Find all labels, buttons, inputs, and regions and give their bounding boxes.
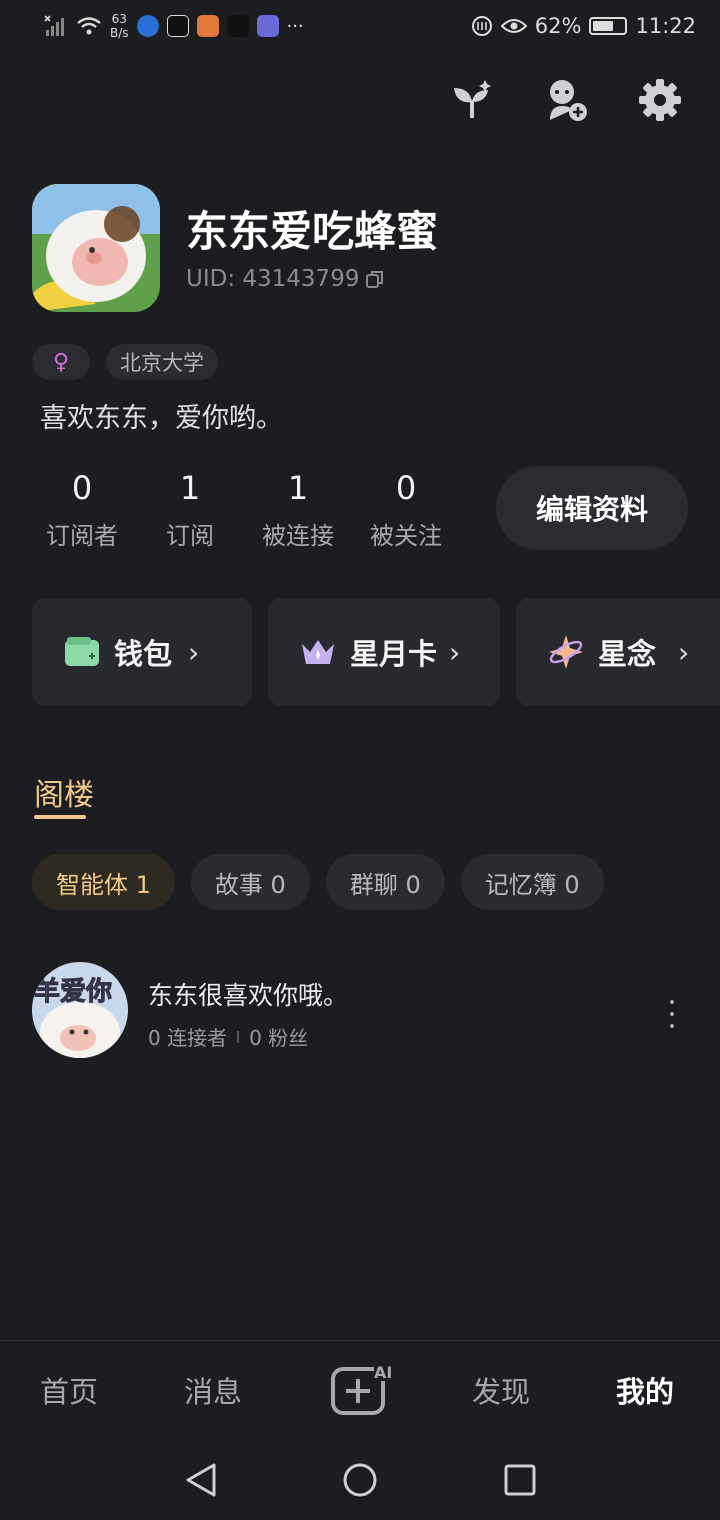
- stat-connected[interactable]: 1 被连接: [246, 466, 350, 551]
- stat-label: 订阅者: [46, 522, 118, 550]
- agent-title: 东东很喜欢你哦。: [148, 981, 349, 1010]
- wallet-card[interactable]: 钱包 ›: [32, 598, 252, 706]
- k-app-icon: [136, 15, 159, 37]
- stat-label: 被关注: [370, 522, 442, 550]
- sprout-icon[interactable]: [448, 74, 496, 126]
- home-icon[interactable]: [342, 1462, 378, 1498]
- stat-value: 0: [71, 469, 93, 507]
- attic-section-title[interactable]: 阁楼: [34, 770, 94, 814]
- agent-fans: 0 粉丝: [249, 1026, 309, 1050]
- filter-chips: 智能体 1 故事 0 群聊 0 记忆簿 0: [32, 854, 604, 910]
- agent-connectors: 0 连接者: [148, 1026, 228, 1050]
- filter-agents[interactable]: 智能体 1: [32, 854, 175, 910]
- stat-value: 1: [179, 469, 201, 507]
- profile-tags: ♀ 北京大学: [32, 344, 218, 380]
- chevron-right-icon: ›: [188, 635, 200, 669]
- nav-messages[interactable]: 消息: [184, 1369, 242, 1411]
- profile-avatar[interactable]: [32, 184, 160, 312]
- wallet-icon: [62, 632, 102, 672]
- star-wish-label: 星念: [598, 637, 657, 671]
- gender-tag: ♀: [32, 344, 90, 380]
- stat-subscriptions[interactable]: 1 订阅: [138, 466, 242, 551]
- nfc-icon: [471, 16, 492, 36]
- filter-memory-book[interactable]: 记忆簿 0: [460, 854, 604, 910]
- capcut-icon: [166, 15, 189, 37]
- more-options-icon[interactable]: [664, 994, 680, 1034]
- stat-value: 0: [395, 469, 417, 507]
- create-ai-button[interactable]: AI: [330, 1363, 394, 1417]
- profile-name: 东东爱吃蜂蜜: [186, 207, 439, 256]
- gear-icon[interactable]: [636, 74, 684, 126]
- section-underline: [34, 815, 86, 819]
- video-app-icon: [196, 15, 219, 37]
- sparkle-planet-icon: [546, 632, 586, 672]
- status-left: 63 B/s ···: [44, 12, 304, 40]
- profile-bio: 喜欢东东，爱你哟。: [40, 403, 283, 434]
- female-icon: ♀: [52, 349, 70, 375]
- recents-icon[interactable]: [504, 1464, 536, 1496]
- clock: 11:22: [635, 14, 696, 38]
- signal-icon: [44, 15, 64, 36]
- net-speed-value: 63: [111, 12, 127, 26]
- stats-row: 0 订阅者 1 订阅 1 被连接 0 被关注: [30, 466, 462, 551]
- battery-percent: 62%: [534, 14, 582, 38]
- more-notifications: ···: [286, 15, 304, 37]
- stat-subscribers[interactable]: 0 订阅者: [30, 466, 134, 551]
- add-agent-icon[interactable]: [542, 74, 590, 126]
- meta-divider: [237, 1030, 240, 1043]
- stat-label: 订阅: [166, 522, 214, 550]
- nav-home[interactable]: 首页: [40, 1369, 98, 1411]
- tiktok-icon: [226, 15, 249, 37]
- stat-value: 1: [287, 469, 309, 507]
- agent-avatar-text: 羊爱你: [34, 976, 112, 1007]
- nav-mine[interactable]: 我的: [616, 1369, 674, 1411]
- ai-badge: AI: [374, 1363, 392, 1382]
- feature-cards: 钱包 › 星月卡 › 星念 ›: [32, 598, 720, 706]
- uid-row: UID: 43143799: [186, 266, 385, 292]
- school-tag: 北京大学: [106, 344, 218, 380]
- eye-icon: [500, 19, 527, 33]
- battery-icon: [589, 17, 628, 35]
- filter-stories[interactable]: 故事 0: [190, 854, 310, 910]
- filter-group-chats[interactable]: 群聊 0: [325, 854, 445, 910]
- chevron-right-icon: ›: [678, 635, 690, 669]
- stat-followed[interactable]: 0 被关注: [354, 466, 458, 551]
- star-wish-card[interactable]: 星念 ›: [516, 598, 720, 706]
- status-bar: 63 B/s ··· 62% 11:22: [0, 0, 720, 56]
- star-moon-card[interactable]: 星月卡 ›: [268, 598, 500, 706]
- agent-meta: 0 连接者 0 粉丝: [148, 1022, 308, 1051]
- net-speed: 63 B/s: [110, 12, 129, 40]
- system-nav: [0, 1440, 720, 1520]
- top-actions: [448, 74, 684, 126]
- music-app-icon: [256, 15, 279, 37]
- star-moon-label: 星月卡: [350, 637, 438, 671]
- net-speed-unit: B/s: [110, 26, 129, 40]
- status-right: 62% 11:22: [471, 14, 696, 38]
- chevron-right-icon: ›: [449, 635, 461, 669]
- uid-text: UID: 43143799: [186, 266, 360, 292]
- edit-profile-button[interactable]: 编辑资料: [496, 466, 688, 550]
- agent-list-item[interactable]: 羊爱你 东东很喜欢你哦。 0 连接者 0 粉丝: [32, 962, 688, 1062]
- back-icon[interactable]: [184, 1462, 218, 1498]
- stat-label: 被连接: [262, 522, 334, 550]
- wallet-label: 钱包: [114, 637, 173, 671]
- wifi-icon: [77, 17, 101, 35]
- agent-avatar: 羊爱你: [32, 962, 128, 1058]
- crown-icon: [298, 632, 338, 672]
- bottom-nav: 首页 消息 AI 发现 我的: [0, 1340, 720, 1440]
- copy-icon[interactable]: [365, 269, 385, 289]
- nav-discover[interactable]: 发现: [472, 1369, 530, 1411]
